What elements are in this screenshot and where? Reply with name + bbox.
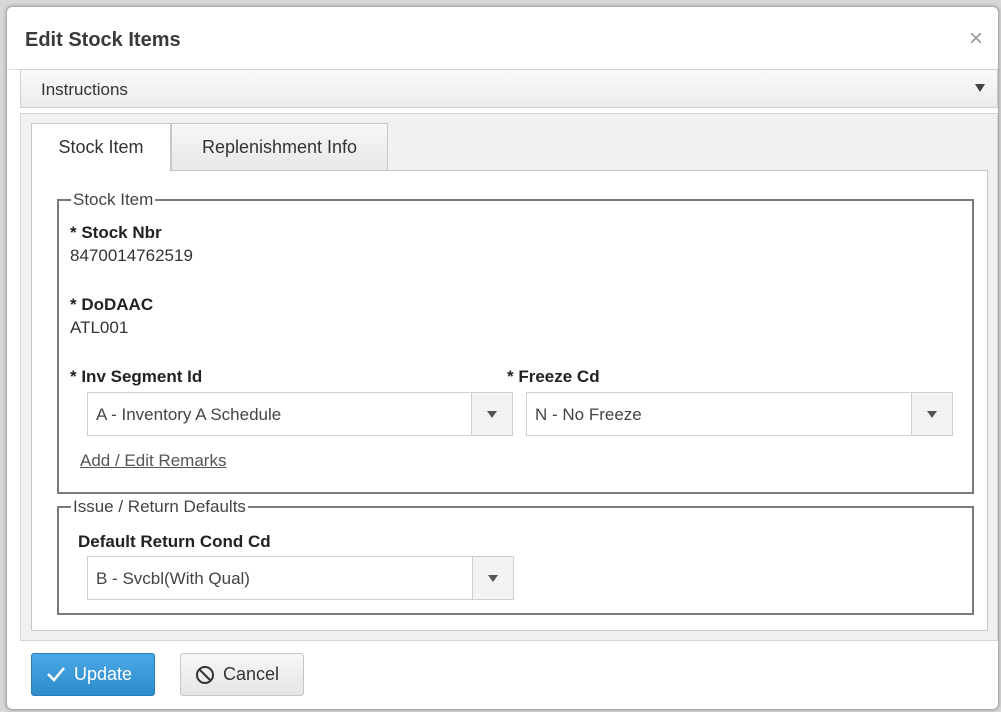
stock-item-fieldset: Stock Item [57,190,974,494]
instructions-label: Instructions [41,80,128,99]
freeze-cd-dropdown-button[interactable] [911,393,952,435]
tab-content-stock-item: Stock Item * Stock Nbr 8470014762519 * D… [31,170,988,631]
edit-stock-items-dialog: Edit Stock Items × Instructions Stock It… [6,6,999,710]
add-edit-remarks-link[interactable]: Add / Edit Remarks [80,451,226,471]
default-return-cond-label: Default Return Cond Cd [78,532,271,551]
tabs-panel: Stock Item Replenishment Info Stock Item… [20,113,998,641]
stock-nbr-value: 8470014762519 [70,246,193,265]
inv-segment-select[interactable]: A - Inventory A Schedule [87,392,513,436]
dodaac-value: ATL001 [70,318,129,337]
freeze-cd-select[interactable]: N - No Freeze [526,392,953,436]
issue-return-legend: Issue / Return Defaults [73,497,246,516]
default-return-cond-select[interactable]: B - Svcbl(With Qual) [87,556,514,600]
chevron-down-icon [487,411,497,418]
freeze-cd-label: * Freeze Cd [507,367,600,386]
stock-item-legend: Stock Item [73,190,154,209]
chevron-down-icon [488,575,498,582]
chevron-down-icon [927,411,937,418]
dialog-title: Edit Stock Items [25,29,181,51]
instructions-accordion[interactable]: Instructions [20,69,998,108]
dialog-header: Edit Stock Items × [7,7,998,70]
checkmark-icon [47,667,65,682]
tab-stock-item[interactable]: Stock Item [31,123,171,172]
inv-segment-dropdown-button[interactable] [471,393,512,435]
inv-segment-selected: A - Inventory A Schedule [96,405,282,424]
triangle-down-icon [975,84,985,92]
default-return-dropdown-button[interactable] [472,557,513,599]
dodaac-label: * DoDAAC [70,295,154,314]
default-return-cond-selected: B - Svcbl(With Qual) [96,569,250,588]
cancel-circle-icon [196,666,214,684]
update-button[interactable]: Update [31,653,155,696]
update-button-label: Update [74,664,133,684]
close-icon[interactable]: × [964,27,988,51]
tab-replenishment-info[interactable]: Replenishment Info [171,123,388,170]
stock-nbr-label: * Stock Nbr [70,223,162,242]
freeze-cd-selected: N - No Freeze [535,405,642,424]
cancel-button[interactable]: Cancel [180,653,304,696]
cancel-button-label: Cancel [223,664,280,684]
inv-segment-label: * Inv Segment Id [70,367,203,386]
